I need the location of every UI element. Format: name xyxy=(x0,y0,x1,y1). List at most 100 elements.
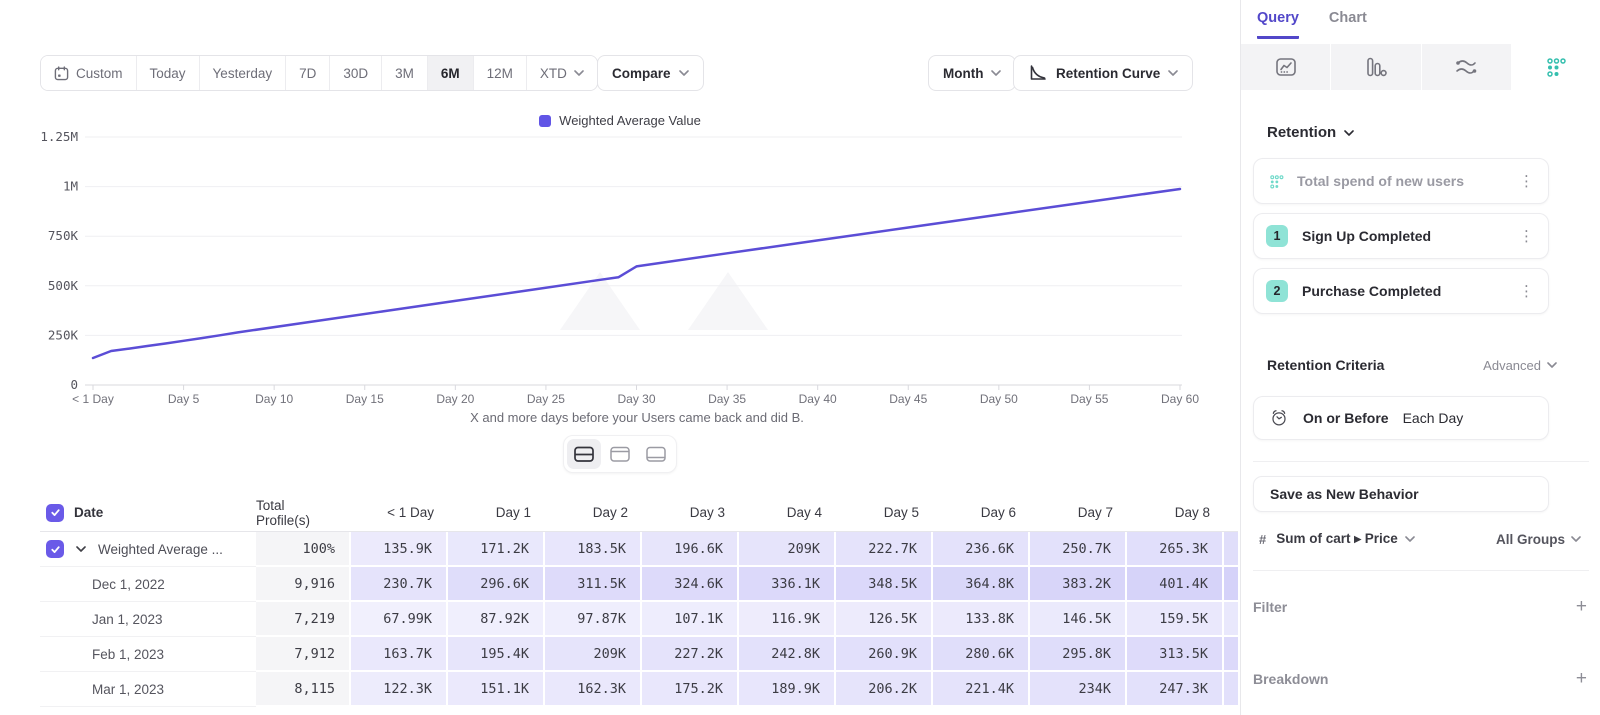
retention-value-cell[interactable]: 247.3K xyxy=(1127,672,1224,707)
retention-value-cell[interactable]: 401.4K xyxy=(1127,567,1224,602)
granularity-dropdown[interactable]: Month xyxy=(928,55,1016,91)
criteria-timing-card[interactable]: On or Before Each Day xyxy=(1253,396,1549,440)
partial-day9-cell xyxy=(1224,637,1238,672)
row-checkbox[interactable] xyxy=(46,540,64,558)
range-6m[interactable]: 6M xyxy=(427,56,473,90)
range-7d[interactable]: 7D xyxy=(285,56,329,90)
save-as-new-behavior-button[interactable]: Save as New Behavior xyxy=(1253,476,1549,512)
retention-value-cell[interactable]: 242.8K xyxy=(739,637,836,672)
row-checkbox[interactable] xyxy=(46,504,64,522)
step-card-2[interactable]: 2 Purchase Completed ⋮ xyxy=(1253,268,1549,314)
filter-section: Filter + xyxy=(1253,597,1589,616)
measure-property-dropdown[interactable]: Sum of cart ▸ Price xyxy=(1276,531,1415,547)
retention-value-cell[interactable]: 116.9K xyxy=(739,602,836,637)
behavior-card[interactable]: Total spend of new users ⋮ xyxy=(1253,158,1549,204)
retention-section-dropdown[interactable]: Retention xyxy=(1267,124,1354,141)
retention-value-cell[interactable]: 311.5K xyxy=(545,567,642,602)
row-label[interactable]: Jan 1, 2023 xyxy=(92,612,163,627)
split-view-button[interactable] xyxy=(567,439,601,469)
retention-value-cell[interactable]: 189.9K xyxy=(739,672,836,707)
groups-dropdown[interactable]: All Groups xyxy=(1496,532,1581,547)
range-custom[interactable]: Custom xyxy=(41,56,136,90)
flows-icon[interactable] xyxy=(1422,44,1511,90)
x-axis-tick: Day 30 xyxy=(617,392,655,406)
retention-value-cell[interactable]: 295.8K xyxy=(1030,637,1127,672)
retention-value-cell[interactable]: 222.7K xyxy=(836,532,933,567)
retention-value-cell[interactable]: 67.99K xyxy=(351,602,448,637)
retention-value-cell[interactable]: 364.8K xyxy=(933,567,1030,602)
tab-chart[interactable]: Chart xyxy=(1329,10,1367,39)
retention-value-cell[interactable]: 183.5K xyxy=(545,532,642,567)
retention-value-cell[interactable]: 260.9K xyxy=(836,637,933,672)
retention-value-cell[interactable]: 234K xyxy=(1030,672,1127,707)
retention-value-cell[interactable]: 250.7K xyxy=(1030,532,1127,567)
table-only-view-icon xyxy=(645,445,667,463)
retention-value-cell[interactable]: 195.4K xyxy=(448,637,545,672)
add-breakdown-button[interactable]: + xyxy=(1576,669,1587,688)
retention-value-cell[interactable]: 221.4K xyxy=(933,672,1030,707)
filter-label: Filter xyxy=(1253,599,1287,615)
retention-value-cell[interactable]: 175.2K xyxy=(642,672,739,707)
retention-value-cell[interactable]: 162.3K xyxy=(545,672,642,707)
x-axis-tick: Day 60 xyxy=(1161,392,1199,406)
row-label[interactable]: Feb 1, 2023 xyxy=(92,647,164,662)
retention-value-cell[interactable]: 324.6K xyxy=(642,567,739,602)
retention-value-cell[interactable]: 151.1K xyxy=(448,672,545,707)
tab-query[interactable]: Query xyxy=(1257,10,1299,39)
retention-value-cell[interactable]: 122.3K xyxy=(351,672,448,707)
row-label[interactable]: Mar 1, 2023 xyxy=(92,682,164,697)
kebab-menu-icon[interactable]: ⋮ xyxy=(1519,174,1534,189)
retention-value-cell[interactable]: 146.5K xyxy=(1030,602,1127,637)
insights-icon[interactable] xyxy=(1241,44,1330,90)
y-axis-tick: 1.25M xyxy=(40,129,78,144)
retention-value-cell[interactable]: 171.2K xyxy=(448,532,545,567)
retention-value-cell[interactable]: 348.5K xyxy=(836,567,933,602)
kebab-menu-icon[interactable]: ⋮ xyxy=(1519,229,1534,244)
retention-line-chart[interactable]: 1.25M1M750K500K250K0< 1 DayDay 5Day 10Da… xyxy=(0,125,1240,427)
retention-value-cell[interactable]: 126.5K xyxy=(836,602,933,637)
column-header: Day 2 xyxy=(545,494,642,531)
row-label[interactable]: Weighted Average ... xyxy=(98,542,223,557)
retention-value-cell[interactable]: 313.5K xyxy=(1127,637,1224,672)
retention-value-cell[interactable]: 265.3K xyxy=(1127,532,1224,567)
retention-value-cell[interactable]: 383.2K xyxy=(1030,567,1127,602)
retention-value-cell[interactable]: 196.6K xyxy=(642,532,739,567)
retention-value-cell[interactable]: 209K xyxy=(739,532,836,567)
range-yesterday[interactable]: Yesterday xyxy=(199,56,286,90)
range-12m[interactable]: 12M xyxy=(473,56,526,90)
retention-value-cell[interactable]: 206.2K xyxy=(836,672,933,707)
retention-value-cell[interactable]: 163.7K xyxy=(351,637,448,672)
retention-value-cell[interactable]: 296.6K xyxy=(448,567,545,602)
retention-value-cell[interactable]: 280.6K xyxy=(933,637,1030,672)
compare-button[interactable]: Compare xyxy=(597,55,704,91)
retention-value-cell[interactable]: 236.6K xyxy=(933,532,1030,567)
retention-value-cell[interactable]: 230.7K xyxy=(351,567,448,602)
retention-value-cell[interactable]: 133.8K xyxy=(933,602,1030,637)
retention-value-cell[interactable]: 227.2K xyxy=(642,637,739,672)
retention-value-cell[interactable]: 159.5K xyxy=(1127,602,1224,637)
kebab-menu-icon[interactable]: ⋮ xyxy=(1519,284,1534,299)
step-card-1[interactable]: 1 Sign Up Completed ⋮ xyxy=(1253,213,1549,259)
retention-value-cell[interactable]: 336.1K xyxy=(739,567,836,602)
expand-chevron-icon[interactable] xyxy=(76,546,86,552)
table-only-view-button[interactable] xyxy=(639,439,673,469)
row-label[interactable]: Dec 1, 2022 xyxy=(92,577,165,592)
range-xtd[interactable]: XTD xyxy=(526,56,597,90)
retention-value-cell[interactable]: 87.92K xyxy=(448,602,545,637)
advanced-dropdown[interactable]: Advanced xyxy=(1483,358,1557,373)
range-30d[interactable]: 30D xyxy=(329,56,381,90)
retention-icon[interactable] xyxy=(1512,44,1600,90)
funnels-icon[interactable] xyxy=(1331,44,1420,90)
retention-value-cell[interactable]: 97.87K xyxy=(545,602,642,637)
range-3m[interactable]: 3M xyxy=(381,56,427,90)
range-today[interactable]: Today xyxy=(136,56,199,90)
retention-glyph-icon xyxy=(1268,173,1285,190)
retention-value-cell[interactable]: 209K xyxy=(545,637,642,672)
chart-only-view-button[interactable] xyxy=(603,439,637,469)
retention-value-cell[interactable]: 135.9K xyxy=(351,532,448,567)
retention-value-cell[interactable]: 107.1K xyxy=(642,602,739,637)
add-filter-button[interactable]: + xyxy=(1576,597,1587,616)
query-sidebar: Query Chart xyxy=(1240,0,1600,715)
chart-type-dropdown[interactable]: Retention Curve xyxy=(1013,55,1193,91)
table-header-row: DateTotal Profile(s)< 1 DayDay 1Day 2Day… xyxy=(40,494,1238,532)
